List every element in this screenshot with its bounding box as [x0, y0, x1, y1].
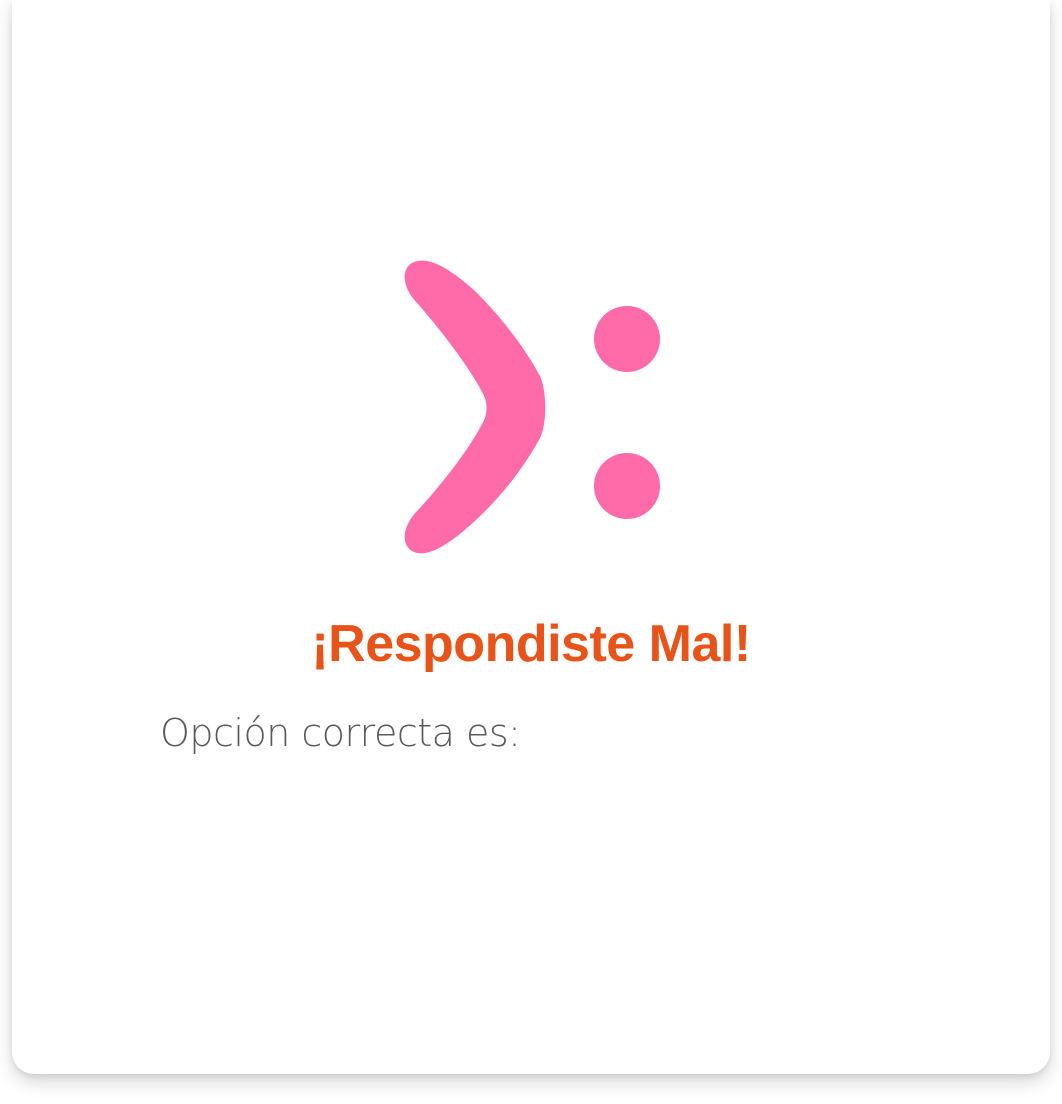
correct-answer-label-text: Opción correcta es:	[160, 711, 521, 755]
result-title: ¡Respondiste Mal!	[311, 615, 751, 673]
result-screen: ¡Respondiste Mal! Opción correcta es:	[0, 0, 1062, 1104]
eye-upper	[594, 306, 660, 372]
sad-face-icon	[380, 248, 680, 568]
correct-answer-label: Opción correcta es:	[160, 708, 521, 758]
frown-mouth-shape	[404, 260, 546, 554]
eye-lower	[594, 453, 660, 519]
